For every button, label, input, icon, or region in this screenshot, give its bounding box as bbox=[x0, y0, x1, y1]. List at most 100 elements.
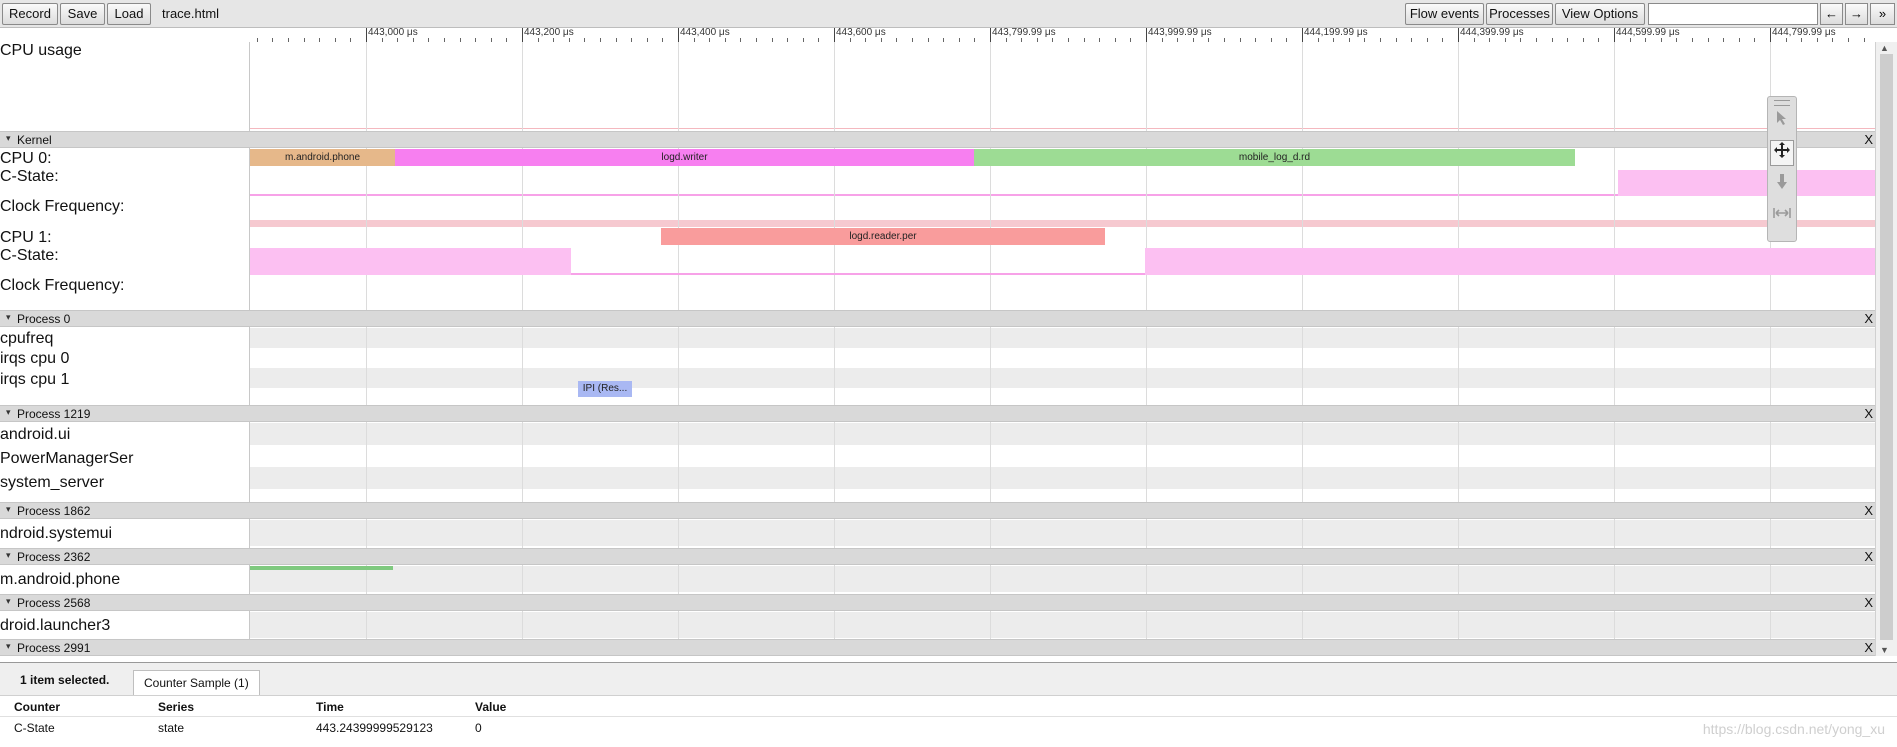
selection-count: 1 item selected. bbox=[20, 673, 110, 687]
thread-track[interactable] bbox=[250, 566, 1875, 592]
collapse-arrow-icon[interactable]: ▾ bbox=[6, 407, 11, 418]
collapse-arrow-icon[interactable]: ▾ bbox=[6, 596, 11, 607]
analysis-tab-bar: 1 item selected. Counter Sample (1) bbox=[0, 663, 1897, 696]
slice-logd-reader-per[interactable]: logd.reader.per bbox=[661, 228, 1105, 245]
slice-mobile-log-d-rd[interactable]: mobile_log_d.rd bbox=[974, 149, 1575, 166]
ruler-tick-label: 443,600 μs bbox=[836, 28, 886, 38]
ruler-major-tick bbox=[366, 28, 367, 42]
thread-label-droid-launcher3: droid.launcher3 bbox=[0, 617, 111, 634]
column-header-value[interactable]: Value bbox=[475, 700, 506, 714]
toolbar: Record Save Load trace.html Flow events … bbox=[0, 0, 1897, 28]
select-tool-icon[interactable] bbox=[1770, 109, 1794, 135]
column-header-counter[interactable]: Counter bbox=[14, 700, 60, 714]
load-button[interactable]: Load bbox=[107, 3, 151, 25]
vertical-scrollbar[interactable]: ▲ ▼ bbox=[1875, 42, 1897, 656]
tab-counter-sample[interactable]: Counter Sample (1) bbox=[133, 670, 260, 695]
thread-label-system-server: system_server bbox=[0, 474, 105, 491]
ruler-tick-label: 443,999.99 μs bbox=[1148, 28, 1212, 38]
process-2362-header[interactable]: ▾ Process 2362 X bbox=[0, 548, 1875, 565]
find-previous-button[interactable]: ← bbox=[1820, 3, 1843, 25]
ruler-tick-label: 444,399.99 μs bbox=[1460, 28, 1524, 38]
cpu1-cstate-line bbox=[571, 273, 1145, 275]
process-1862-header[interactable]: ▾ Process 1862 X bbox=[0, 502, 1875, 519]
slice-m-android-phone[interactable]: m.android.phone bbox=[250, 149, 395, 166]
cell-counter[interactable]: C-State bbox=[14, 721, 55, 735]
thread-track[interactable] bbox=[250, 368, 1875, 388]
file-name: trace.html bbox=[162, 6, 220, 21]
close-process-2991-button[interactable]: X bbox=[1864, 640, 1873, 655]
cpu1-clock-track[interactable] bbox=[250, 276, 1875, 302]
zoom-tool-icon[interactable] bbox=[1770, 173, 1794, 199]
thread-label-irqs-cpu-0: irqs cpu 0 bbox=[0, 350, 70, 367]
phone-activity-bar[interactable] bbox=[250, 566, 393, 570]
cpu-usage-track[interactable] bbox=[250, 42, 1875, 130]
thread-label-android-ui: android.ui bbox=[0, 426, 71, 443]
close-process-2568-button[interactable]: X bbox=[1864, 595, 1873, 610]
process-0-header[interactable]: ▾ Process 0 X bbox=[0, 310, 1875, 327]
more-button[interactable]: » bbox=[1870, 3, 1895, 25]
thread-track[interactable] bbox=[250, 467, 1875, 489]
collapse-arrow-icon[interactable]: ▾ bbox=[6, 133, 11, 144]
cpu1-cstate-block-1[interactable] bbox=[250, 248, 571, 275]
thread-label-powermanagerser: PowerManagerSer bbox=[0, 450, 134, 467]
thread-label-irqs-cpu-1: irqs cpu 1 bbox=[0, 371, 70, 388]
save-button[interactable]: Save bbox=[60, 3, 105, 25]
time-ruler[interactable]: 800 μs443,000 μs443,200 μs443,400 μs443,… bbox=[250, 28, 1875, 43]
slice-logd-writer[interactable]: logd.writer bbox=[395, 149, 974, 166]
analysis-panel: 1 item selected. Counter Sample (1) Coun… bbox=[0, 662, 1897, 747]
kernel-title: Kernel bbox=[17, 133, 52, 147]
thread-track[interactable] bbox=[250, 423, 1875, 445]
close-process-0-button[interactable]: X bbox=[1864, 311, 1873, 326]
flow-events-button[interactable]: Flow events bbox=[1405, 3, 1484, 25]
column-header-series[interactable]: Series bbox=[158, 700, 194, 714]
cpu1-cstate-label: C-State: bbox=[0, 247, 59, 264]
thread-track[interactable] bbox=[250, 445, 1875, 467]
collapse-arrow-icon[interactable]: ▾ bbox=[6, 312, 11, 323]
processes-button[interactable]: Processes bbox=[1486, 3, 1553, 25]
collapse-arrow-icon[interactable]: ▾ bbox=[6, 504, 11, 515]
ruler-major-tick bbox=[1302, 28, 1303, 42]
find-next-button[interactable]: → bbox=[1845, 3, 1868, 25]
thread-track[interactable] bbox=[250, 348, 1875, 368]
timeline-tracks[interactable]: CPU usage ▾ Kernel X CPU 0: m.android.ph… bbox=[0, 42, 1875, 656]
scrollbar-thumb[interactable] bbox=[1880, 54, 1893, 640]
thread-track[interactable] bbox=[250, 328, 1875, 348]
cpu0-cstate-block[interactable] bbox=[1618, 170, 1875, 196]
process-2991-header[interactable]: ▾ Process 2991 X bbox=[0, 639, 1875, 656]
cell-time[interactable]: 443.24399999529123 bbox=[316, 721, 433, 735]
pan-tool-icon[interactable] bbox=[1770, 140, 1794, 166]
thread-track[interactable] bbox=[250, 520, 1875, 546]
thread-track[interactable] bbox=[250, 612, 1875, 638]
close-process-1219-button[interactable]: X bbox=[1864, 406, 1873, 421]
cpu0-cstate-line bbox=[250, 194, 1618, 196]
slice-ipi[interactable]: IPI (Res... bbox=[578, 381, 632, 397]
cell-value[interactable]: 0 bbox=[475, 721, 482, 735]
cell-series[interactable]: state bbox=[158, 721, 184, 735]
kernel-header[interactable]: ▾ Kernel X bbox=[0, 131, 1875, 148]
ruler-major-tick bbox=[522, 28, 523, 42]
cpu1-clock-label: Clock Frequency: bbox=[0, 277, 125, 294]
process-2568-title: Process 2568 bbox=[17, 596, 91, 610]
process-1219-header[interactable]: ▾ Process 1219 X bbox=[0, 405, 1875, 422]
tool-palette bbox=[1767, 96, 1797, 242]
scroll-down-icon[interactable]: ▼ bbox=[1880, 645, 1889, 655]
collapse-arrow-icon[interactable]: ▾ bbox=[6, 641, 11, 652]
scroll-up-icon[interactable]: ▲ bbox=[1880, 43, 1889, 53]
drag-handle-icon[interactable] bbox=[1774, 100, 1790, 106]
record-button[interactable]: Record bbox=[2, 3, 58, 25]
close-process-1862-button[interactable]: X bbox=[1864, 503, 1873, 518]
process-2568-header[interactable]: ▾ Process 2568 X bbox=[0, 594, 1875, 611]
cpu0-clock-label: Clock Frequency: bbox=[0, 198, 125, 215]
timing-tool-icon[interactable] bbox=[1770, 203, 1794, 229]
cpu1-label: CPU 1: bbox=[0, 229, 52, 246]
close-kernel-button[interactable]: X bbox=[1864, 132, 1873, 147]
column-header-time[interactable]: Time bbox=[316, 700, 344, 714]
collapse-arrow-icon[interactable]: ▾ bbox=[6, 550, 11, 561]
table-divider bbox=[0, 716, 1897, 717]
ruler-tick-label: 443,799.99 μs bbox=[992, 28, 1056, 38]
view-options-button[interactable]: View Options bbox=[1555, 3, 1645, 25]
thread-label-m-android-phone: m.android.phone bbox=[0, 571, 121, 588]
search-input[interactable] bbox=[1648, 3, 1818, 25]
cpu1-cstate-block-2[interactable] bbox=[1145, 248, 1875, 275]
close-process-2362-button[interactable]: X bbox=[1864, 549, 1873, 564]
